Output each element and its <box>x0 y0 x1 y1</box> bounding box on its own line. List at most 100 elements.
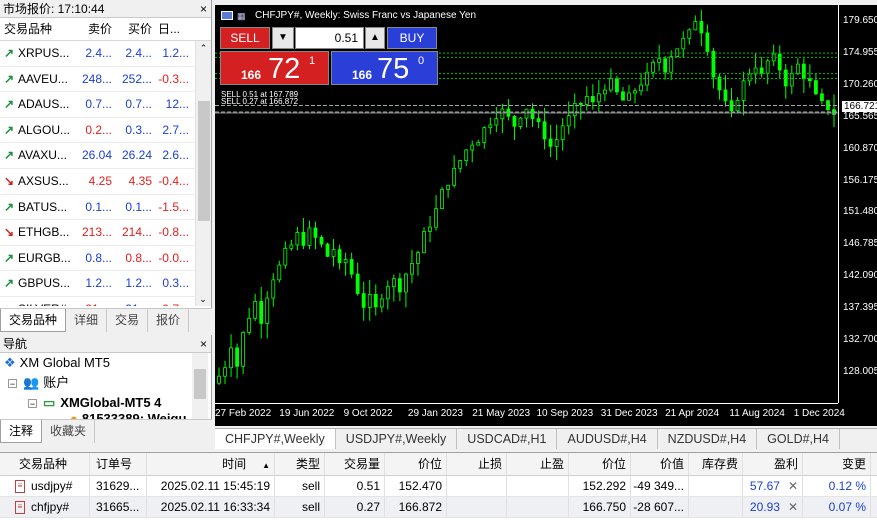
navigator-scrollbar[interactable] <box>192 353 208 419</box>
th-order[interactable]: 订单号 <box>90 453 147 475</box>
trade-row[interactable]: ≡ usdjpy# 31629... 2025.02.11 15:45:19 sell 0… <box>0 476 877 497</box>
th-change[interactable]: 变更 <box>803 453 871 475</box>
tree-item-platform[interactable]: ❖ XM Global MT5 <box>0 353 211 373</box>
sl-cell[interactable] <box>447 497 507 517</box>
buy-button[interactable]: BUY <box>387 27 437 49</box>
tab-trading[interactable]: 交易 <box>107 309 149 332</box>
navigator-title: 导航 <box>3 337 28 351</box>
trade-panel: 交易品种 订单号 时间 ▲ 类型 交易量 价位 止损 止盈 价位 价值 库存费 盈… <box>0 452 877 520</box>
volume-input[interactable]: 0.51 <box>295 27 364 49</box>
close-icon[interactable]: × <box>200 0 207 18</box>
daily-change-cell: 2.7... <box>162 122 189 137</box>
header-ask[interactable]: 买价 <box>114 18 154 40</box>
candle-body <box>440 189 444 210</box>
chart-title: CHFJPY#, Weekly: Swiss Franc vs Japanese… <box>255 10 477 21</box>
collapse-icon[interactable]: − <box>28 398 37 408</box>
market-watch-row[interactable]: ↘SILVER#31....31....-0.7... <box>0 297 196 306</box>
header-symbol[interactable]: 交易品种 <box>0 18 76 40</box>
scroll-thumb[interactable] <box>198 101 210 221</box>
th-price[interactable]: 价位 <box>385 453 447 475</box>
market-watch-scrollbar[interactable]: ⌃ ⌄ <box>195 41 211 306</box>
candle-body <box>422 230 426 254</box>
position-icon: ≡ <box>15 500 25 514</box>
th-type[interactable]: 类型 <box>275 453 325 475</box>
chart-tab-chfjpy[interactable]: CHFJPY#,Weekly <box>215 429 336 449</box>
candle-body <box>621 91 625 101</box>
price-cell: 166.872 <box>385 497 447 517</box>
sell-price-button[interactable]: 166 72 1 <box>220 51 329 85</box>
tree-item-account[interactable]: ● 81533389: Weigu... <box>0 409 211 419</box>
tree-item-accounts[interactable]: − 👥 账户 <box>0 373 211 393</box>
th-sl[interactable]: 止损 <box>447 453 507 475</box>
arrow-down-icon: ↘ <box>0 297 18 306</box>
price-chart[interactable]: 179.650 174.955 170.260 165.565 160.870 156.1… <box>215 5 877 426</box>
market-watch-row[interactable]: ↗ ALGOU... 0.2... 0.3... 2.7... <box>0 118 196 144</box>
candle-body <box>404 273 408 293</box>
tp-cell[interactable] <box>507 497 569 517</box>
chart-tab-usdjpy[interactable]: USDJPY#,Weekly <box>336 429 458 449</box>
time-cell: 2025.02.11 16:33:34 <box>147 497 275 517</box>
header-daily[interactable]: 日... <box>154 18 191 40</box>
th-value[interactable]: 价值 <box>631 453 689 475</box>
th-profit[interactable]: 盈利 <box>743 453 803 475</box>
tab-common[interactable]: 注释 <box>0 420 43 443</box>
buy-price-sup: 0 <box>418 55 425 67</box>
th-volume[interactable]: 交易量 <box>325 453 385 475</box>
scroll-thumb[interactable] <box>194 369 206 399</box>
close-position-icon[interactable]: ✕ <box>788 497 798 517</box>
scroll-down-icon[interactable]: ⌄ <box>196 292 210 306</box>
buy-price-button[interactable]: 166 75 0 <box>331 51 438 85</box>
th-swap[interactable]: 库存费 <box>689 453 743 475</box>
header-bid[interactable]: 卖价 <box>76 18 114 40</box>
scroll-up-icon[interactable]: ⌃ <box>196 41 211 55</box>
th-current-price[interactable]: 价位 <box>569 453 631 475</box>
chart-tab-usdcad[interactable]: USDCAD#,H1 <box>457 429 558 449</box>
th-tp[interactable]: 止盈 <box>507 453 569 475</box>
volume-increase-button[interactable]: ▲ <box>365 27 385 49</box>
collapse-icon[interactable]: − <box>8 378 17 388</box>
market-watch-row[interactable]: ↗ GBPUS... 1.2... 1.2... 0.3... <box>0 271 196 297</box>
candle-body <box>518 117 523 127</box>
candle-body <box>681 37 686 50</box>
x-axis-line <box>215 403 838 404</box>
tab-details[interactable]: 详细 <box>66 309 108 332</box>
candle-body <box>530 108 535 120</box>
chart-tab-gold[interactable]: GOLD#,H4 <box>757 429 841 449</box>
market-watch-row[interactable]: ↗ AVAXU... 26.04 26.24 2.6... <box>0 143 196 169</box>
market-watch-row[interactable]: ↘ AXSUS... 4.25 4.35 -0.4... <box>0 169 196 195</box>
tab-symbols[interactable]: 交易品种 <box>0 309 67 332</box>
tab-ticks[interactable]: 报价 <box>148 309 190 332</box>
volume-cell: 0.51 <box>325 476 385 496</box>
sl-cell[interactable] <box>447 476 507 496</box>
th-time[interactable]: 时间 ▲ <box>147 453 275 475</box>
y-tick-label: 160.870 <box>843 142 877 154</box>
market-watch-row[interactable]: ↗ BATUS... 0.1... 0.1... -1.5... <box>0 195 196 221</box>
market-watch-row[interactable]: ↗ ADAUS... 0.7... 0.7... 12... <box>0 92 196 118</box>
candle-body <box>229 347 233 369</box>
chart-tab-audusd[interactable]: AUDUSD#,H4 <box>557 429 658 449</box>
tab-favorites[interactable]: 收藏夹 <box>42 420 96 443</box>
tp-cell[interactable] <box>507 476 569 496</box>
candle-body <box>464 149 469 161</box>
candle-body <box>536 118 541 123</box>
th-symbol[interactable]: 交易品种 <box>13 453 90 475</box>
tree-label-account: 81533389: Weigu... <box>81 411 198 419</box>
market-watch-row[interactable]: ↘ ETHGB... 213... 214... -0.8... <box>0 220 196 246</box>
trade-row[interactable]: ≡ chfjpy# 31665... 2025.02.11 16:33:34 sell 0… <box>0 497 877 518</box>
close-position-icon[interactable]: ✕ <box>788 476 798 496</box>
candle-body <box>627 92 631 101</box>
market-watch-row[interactable]: ↗ EURGB... 0.8... 0.8... -0.0... <box>0 246 196 272</box>
candle-body <box>385 286 390 300</box>
price-cell: 152.470 <box>385 476 447 496</box>
sell-price-sup: 1 <box>309 55 316 67</box>
sell-button[interactable]: SELL <box>220 27 270 49</box>
close-icon[interactable]: × <box>200 335 207 353</box>
volume-decrease-button[interactable]: ▼ <box>272 27 294 49</box>
candle-body <box>458 160 463 169</box>
chart-tab-nzdusd[interactable]: NZDUSD#,H4 <box>658 429 758 449</box>
bid-cell: 31.... <box>76 297 114 306</box>
y-tick-label: 151.480 <box>843 206 877 218</box>
market-watch-row[interactable]: ↗ AAVEU... 248... 252... -0.3... <box>0 67 196 93</box>
candle-body <box>476 141 481 146</box>
market-watch-row[interactable]: ↗ XRPUS... 2.4... 2.4... 1.2... <box>0 41 196 67</box>
